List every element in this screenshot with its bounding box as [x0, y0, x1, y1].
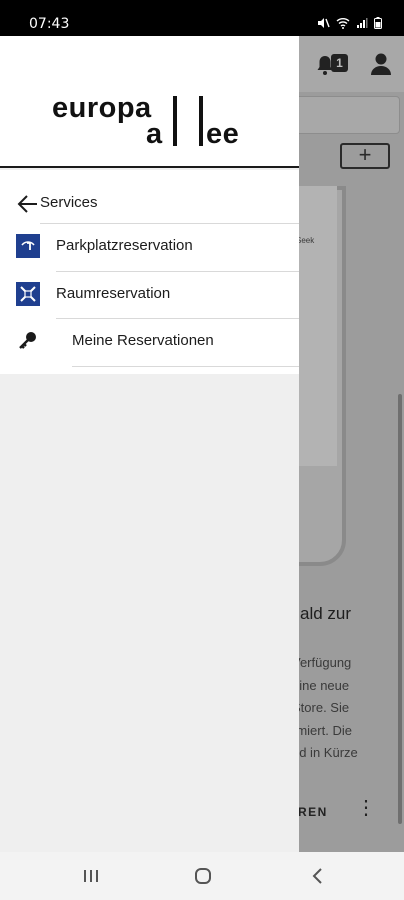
add-button[interactable]: + [340, 143, 390, 169]
key-icon [16, 329, 40, 353]
menu-item-label: Raumreservation [56, 285, 171, 302]
room-icon [16, 282, 40, 306]
card-body-line: Store. Sie [292, 700, 350, 716]
recent-apps-icon[interactable] [83, 866, 99, 886]
battery-icon [374, 16, 382, 34]
card-heading: ald zur [300, 604, 352, 623]
menu-item-raumreservation[interactable]: Raumreservation [0, 272, 299, 318]
navigation-drawer: europa a ee Services Parkplatzreservatio… [0, 36, 299, 852]
home-icon[interactable] [194, 866, 212, 886]
parking-icon [16, 234, 40, 258]
card-body: Verfügung eine neue Store. Sie rmiert. D… [292, 652, 392, 765]
logo-bar [199, 96, 203, 146]
card-body-line: rmiert. Die [292, 722, 352, 738]
system-nav-bar [0, 852, 404, 900]
logo-line-2b: ee [206, 118, 240, 150]
notification-badge: 1 [331, 54, 348, 72]
menu-item-parkplatzreservation[interactable]: Parkplatzreservation [0, 224, 299, 270]
menu-item-label: Meine Reservationen [72, 332, 214, 349]
menu-item-meine-reservationen[interactable]: Meine Reservationen [0, 319, 299, 365]
divider [72, 366, 299, 367]
wifi-icon [336, 16, 350, 34]
card-body-line: Verfügung [292, 655, 352, 670]
card-body-line: eine neue [292, 677, 350, 693]
europaallee-logo: europa a ee [0, 36, 299, 168]
drawer-header: europa a ee [0, 36, 299, 168]
card-action-button[interactable]: REN [298, 805, 328, 819]
back-to-services[interactable]: Services [0, 184, 299, 224]
back-icon[interactable] [310, 866, 324, 886]
signal-icon [356, 16, 368, 34]
more-options-icon[interactable]: ⋮ [356, 798, 376, 818]
mute-icon [316, 16, 330, 34]
logo-line-1: europa [52, 92, 152, 124]
person-icon[interactable] [370, 52, 392, 76]
logo-line-2a: a [146, 118, 163, 150]
card-body-line: ird in Kürze [292, 745, 358, 761]
status-icons [316, 16, 382, 34]
arrow-left-icon [17, 184, 39, 224]
back-label: Services [40, 194, 98, 211]
logo-bar [173, 96, 177, 146]
search-bar[interactable] [290, 96, 400, 134]
scrollbar[interactable] [398, 394, 402, 824]
status-time: 07:43 [29, 16, 70, 32]
drawer-menu: Services Parkplatzreservation Raumreserv… [0, 170, 299, 374]
status-bar: 07:43 [0, 0, 404, 36]
menu-item-label: Parkplatzreservation [56, 237, 193, 254]
